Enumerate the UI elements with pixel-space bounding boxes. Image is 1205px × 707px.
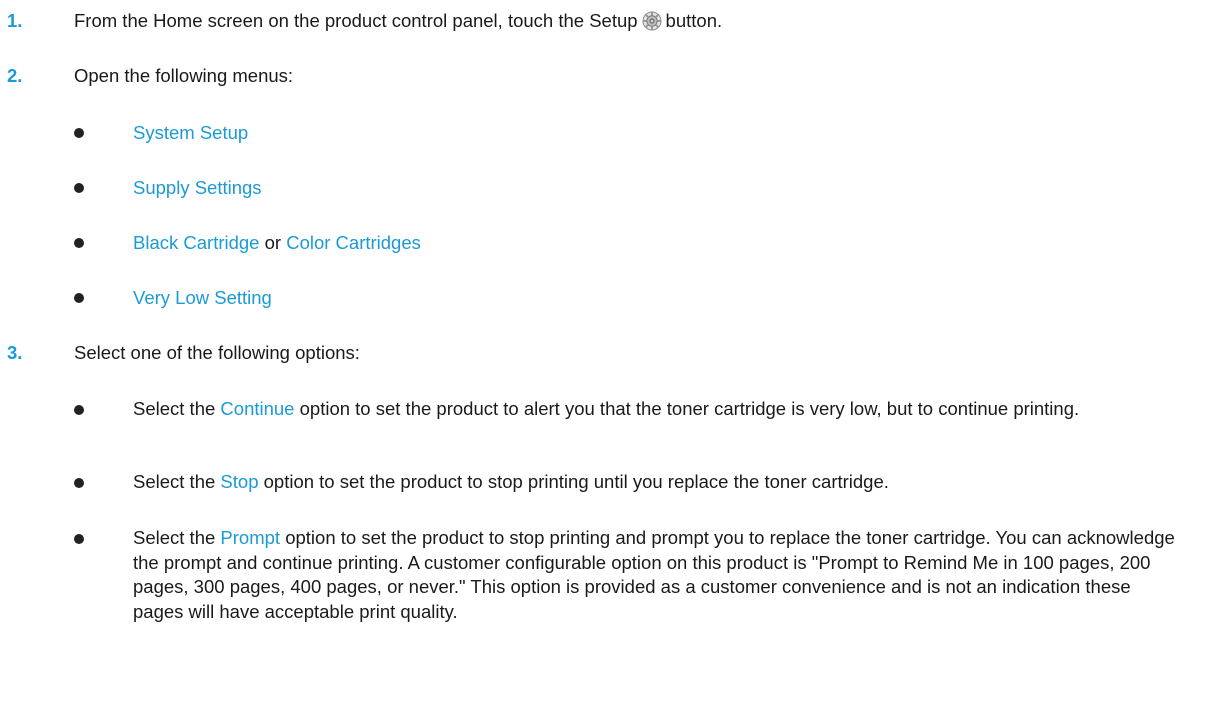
option-term-stop: Stop <box>220 471 259 492</box>
bullet-icon <box>74 405 84 415</box>
menu-item-system-setup: System Setup <box>0 120 1205 146</box>
option-prefix: Select the <box>133 398 216 419</box>
menu-item-cartridges-text: Black Cartridge or Color Cartridges <box>133 230 421 256</box>
menu-term: Very Low Setting <box>133 287 272 308</box>
instructions-page: 1. From the Home screen on the product c… <box>0 0 1205 707</box>
menu-term: Supply Settings <box>133 177 262 198</box>
bullet-icon <box>74 238 84 248</box>
menu-connector: or <box>264 232 282 253</box>
option-prefix: Select the <box>133 527 216 548</box>
option-term-continue: Continue <box>220 398 295 419</box>
step-2-number: 2. <box>7 65 23 86</box>
bullet-icon <box>74 128 84 138</box>
bullet-icon <box>74 183 84 193</box>
menu-term-black-cartridge: Black Cartridge <box>133 232 260 253</box>
step-1-text-before: From the Home screen on the product cont… <box>74 10 638 31</box>
option-description: option to set the product to stop printi… <box>263 471 889 492</box>
option-description: option to set the product to alert you t… <box>299 398 1080 419</box>
option-prompt: Select the Prompt option to set the prod… <box>133 526 1183 624</box>
bullet-icon <box>74 534 84 544</box>
menu-item-supply-settings: Supply Settings <box>0 175 1205 201</box>
step-2-text: Open the following menus: <box>74 65 294 86</box>
menu-term: System Setup <box>133 122 249 143</box>
bullet-icon <box>74 478 84 488</box>
option-term-prompt: Prompt <box>220 527 281 548</box>
option-description: option to set the product to stop printi… <box>133 527 1175 622</box>
step-3-text: Select one of the following options: <box>74 342 360 363</box>
step-1-text-after: button. <box>665 10 723 31</box>
menu-item-very-low-setting: Very Low Setting <box>0 285 1205 311</box>
step-3-number: 3. <box>7 342 23 363</box>
menu-term-color-cartridges: Color Cartridges <box>286 232 421 253</box>
step-1-text: From the Home screen on the product cont… <box>74 8 722 34</box>
step-1-number: 1. <box>7 10 23 31</box>
option-stop: Select the Stop option to set the produc… <box>133 470 1183 495</box>
option-continue: Select the Continue option to set the pr… <box>133 397 1183 422</box>
option-prefix: Select the <box>133 471 216 492</box>
menu-item-cartridges: Black Cartridge or Color Cartridges <box>0 230 1205 256</box>
bullet-icon <box>74 293 84 303</box>
setup-gear-icon <box>642 11 662 31</box>
